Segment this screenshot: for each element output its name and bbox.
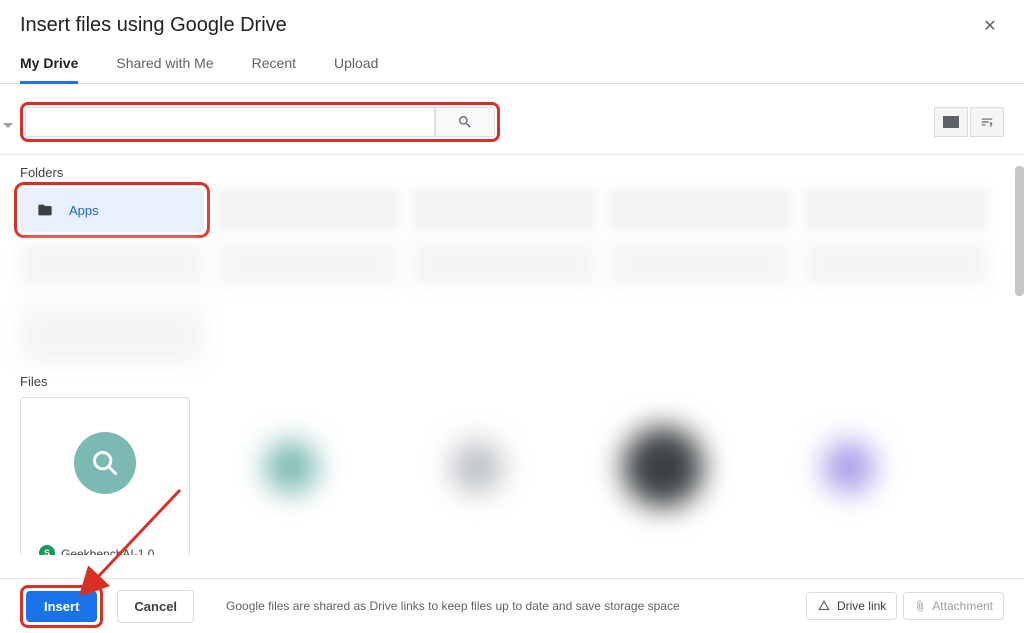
folder-apps[interactable]: Apps (20, 188, 204, 232)
scrollbar[interactable] (1015, 166, 1024, 296)
tabs: My Drive Shared with Me Recent Upload (0, 47, 1024, 84)
drive-link-label: Drive link (837, 599, 886, 613)
attachment-label: Attachment (932, 599, 993, 613)
file-blurred (764, 397, 934, 555)
list-view-icon[interactable] (934, 107, 968, 137)
folder-blurred (804, 242, 988, 286)
folders-section-label: Folders (20, 165, 1004, 180)
paperclip-icon (914, 599, 926, 613)
footer: Insert Cancel Google files are shared as… (0, 578, 1024, 633)
insert-button[interactable]: Insert (26, 591, 97, 622)
folder-name: Apps (69, 203, 99, 218)
folder-icon (35, 202, 55, 218)
search-row (0, 84, 1024, 155)
files-grid: S GeekbenchAI-1.0 (20, 397, 1004, 555)
tab-recent[interactable]: Recent (252, 47, 296, 83)
folder-blurred (20, 242, 204, 286)
file-blurred (392, 397, 562, 555)
folder-blurred (608, 242, 792, 286)
files-section-label: Files (20, 374, 1004, 389)
drive-icon (817, 599, 831, 613)
folder-row: Apps (20, 188, 1004, 232)
attachment-chip[interactable]: Attachment (903, 592, 1004, 620)
search-button[interactable] (435, 107, 495, 137)
close-icon[interactable]: ✕ (980, 16, 1000, 36)
dialog-title: Insert files using Google Drive (20, 14, 287, 37)
tab-my-drive[interactable]: My Drive (20, 47, 78, 83)
search-group-highlight (20, 102, 500, 142)
folder-blurred (608, 188, 792, 232)
view-controls (934, 107, 1004, 137)
file-name: GeekbenchAI-1.0 (61, 547, 154, 555)
tab-upload[interactable]: Upload (334, 47, 378, 83)
file-thumb (74, 432, 136, 494)
cancel-button[interactable]: Cancel (117, 590, 194, 623)
folder-blurred (216, 188, 400, 232)
folder-row-2 (20, 242, 1004, 294)
folder-blurred (412, 242, 596, 286)
footer-right: Drive link Attachment (806, 592, 1004, 620)
footer-note: Google files are shared as Drive links t… (226, 599, 680, 613)
dialog-header: Insert files using Google Drive ✕ (0, 0, 1024, 47)
file-type-icon: S (39, 545, 55, 555)
folder-blurred (412, 188, 596, 232)
caret-down-icon (0, 111, 23, 141)
file-blurred (206, 397, 376, 555)
tab-shared-with-me[interactable]: Shared with Me (116, 47, 213, 83)
file-card[interactable]: S GeekbenchAI-1.0 (20, 397, 190, 555)
folder-blurred (20, 304, 204, 364)
file-blurred (578, 397, 748, 555)
content-area[interactable]: Folders Apps Files S GeekbenchAI-1.0 (0, 155, 1024, 555)
sort-az-icon[interactable] (970, 107, 1004, 137)
drive-link-chip[interactable]: Drive link (806, 592, 897, 620)
insert-highlight-box: Insert (20, 585, 103, 628)
search-icon (457, 114, 473, 130)
magnifier-icon (91, 449, 119, 477)
search-input[interactable] (25, 107, 435, 137)
folder-blurred (216, 242, 400, 286)
folder-blurred (804, 188, 988, 232)
